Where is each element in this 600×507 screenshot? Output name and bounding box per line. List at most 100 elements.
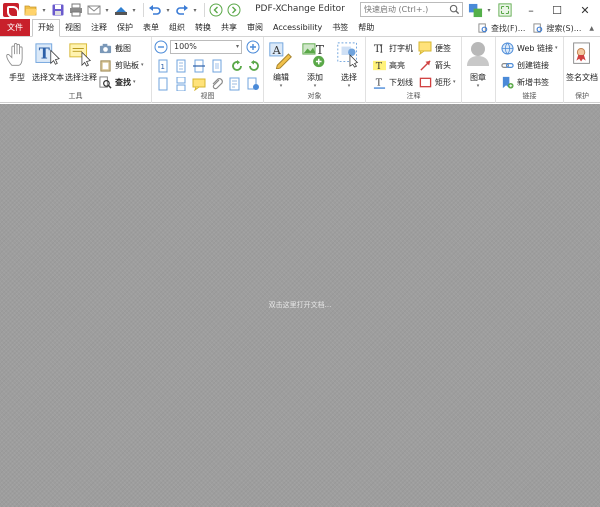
tool-options-icon[interactable] [466,2,484,18]
new-bookmark-button[interactable]: 新增书签 [500,74,549,90]
sticky-note-icon [418,41,432,55]
email-dropdown-icon[interactable]: ▾ [104,3,110,17]
tab-help[interactable]: 帮助 [353,19,379,36]
stamp-dropdown-icon[interactable]: ▾ [477,83,480,89]
open-dropdown-icon[interactable]: ▾ [41,3,47,17]
clipboard-dropdown-icon[interactable]: ▾ [141,62,144,68]
tab-view[interactable]: 视图 [60,19,86,36]
scan-dropdown-icon[interactable]: ▾ [131,3,137,17]
tab-comment[interactable]: 注释 [86,19,112,36]
tab-share[interactable]: 共享 [216,19,242,36]
search-icon[interactable] [449,4,460,15]
clipboard-label: 剪贴板 [115,60,139,70]
tab-review[interactable]: 审阅 [242,19,268,36]
svg-text:T: T [316,43,324,57]
attachment-view-icon[interactable] [210,77,224,91]
edit-objects-button[interactable]: A 编辑 ▾ [267,40,295,89]
save-icon[interactable] [50,3,66,17]
underline-button[interactable]: T 下划线 [372,74,413,90]
tab-file[interactable]: 文件 [0,19,30,36]
app-logo-icon[interactable] [3,3,19,18]
typewriter-button[interactable]: T 打字机 [372,40,413,56]
fullscreen-icon[interactable] [496,2,514,18]
back-icon[interactable] [208,3,224,17]
camera-icon [99,43,111,53]
fit-width-icon[interactable] [192,59,206,73]
web-links-button[interactable]: Web 链接 ▾ [500,40,558,56]
tab-convert[interactable]: 转换 [190,19,216,36]
sign-document-button[interactable]: 签名文档 [566,40,598,83]
edit-objects-dropdown-icon[interactable]: ▾ [280,83,283,89]
fit-page-icon[interactable] [174,59,188,73]
tab-bookmarks[interactable]: 书签 [327,19,353,36]
tab-accessibility[interactable]: Accessibility [268,19,327,36]
create-link-button[interactable]: 创建链接 [500,57,549,73]
rectangle-button[interactable]: 矩形 ▾ [418,74,456,90]
svg-text:A: A [272,44,282,57]
rotate-left-icon[interactable] [230,59,244,73]
select-text-button[interactable]: T 选择文本 [32,40,64,83]
single-page-icon[interactable] [156,77,170,91]
rectangle-icon [419,77,431,87]
rectangle-dropdown-icon[interactable]: ▾ [453,79,456,85]
open-folder-icon[interactable] [23,3,39,17]
tab-home[interactable]: 开始 [32,19,60,37]
rotate-right-icon[interactable] [247,59,261,73]
hand-icon [6,43,23,66]
arrow-button[interactable]: 箭头 [418,57,451,73]
undo-icon[interactable] [147,3,163,17]
group-protect: 签名文档 保护 [564,37,600,103]
add-objects-label: 添加 [307,73,323,82]
view-settings-icon[interactable] [246,77,260,91]
open-document-hint: 双击这里打开文档... [268,301,332,309]
select-text-label: 选择文本 [32,73,64,82]
tab-protect[interactable]: 保护 [112,19,138,36]
stamp-button[interactable]: 图章 ▾ [464,40,492,89]
clipboard-icon [99,59,111,72]
select-annotation-label: 选择注释 [65,73,97,82]
zoom-level-input[interactable]: 100% ▾ [170,40,242,54]
snapshot-button[interactable]: 截图 [98,40,131,56]
fit-visible-icon[interactable] [210,59,224,73]
zoom-in-icon[interactable] [246,40,260,54]
new-bookmark-label: 新增书签 [517,77,549,87]
add-objects-dropdown-icon[interactable]: ▾ [314,83,317,89]
find-tool-button[interactable]: 查找 ▾ [98,74,136,90]
zoom-out-icon[interactable] [154,40,168,54]
clipboard-button[interactable]: 剪贴板 ▾ [98,57,144,73]
continuous-page-icon[interactable] [174,77,188,91]
actual-size-icon[interactable]: 1 [156,59,170,73]
web-links-dropdown-icon[interactable]: ▾ [555,45,558,51]
find-tool-label: 查找 [115,77,131,87]
sticky-note-button[interactable]: 便签 [418,40,451,56]
ribbon-collapse-icon[interactable]: ▲ [589,25,594,32]
zoom-dropdown-icon[interactable]: ▾ [236,41,239,53]
arrow-icon [419,59,431,71]
find-button[interactable]: 查找(F)... [478,23,525,34]
maximize-icon[interactable]: ☐ [544,0,570,20]
add-objects-button[interactable]: T 添加 ▾ [301,40,329,89]
scan-icon[interactable] [113,3,129,17]
find-tool-dropdown-icon[interactable]: ▾ [133,79,136,85]
redo-icon[interactable] [174,3,190,17]
undo-dropdown-icon[interactable]: ▾ [165,3,171,17]
select-objects-button[interactable]: 选择 ▾ [335,40,363,89]
redo-dropdown-icon[interactable]: ▾ [192,3,198,17]
select-objects-dropdown-icon[interactable]: ▾ [348,83,351,89]
document-workspace[interactable]: 双击这里打开文档... [0,104,600,507]
page-layout-icon[interactable] [228,77,242,91]
highlight-button[interactable]: T 高亮 [372,57,405,73]
comments-view-icon[interactable] [192,77,206,91]
tab-form[interactable]: 表单 [138,19,164,36]
select-annotation-button[interactable]: 选择注释 [65,40,97,83]
minimize-icon[interactable]: – [518,0,544,20]
forward-icon[interactable] [226,3,242,17]
email-icon[interactable] [86,3,102,17]
close-icon[interactable]: ✕ [572,0,598,20]
hand-tool-button[interactable]: 手型 [3,40,31,83]
print-icon[interactable] [68,3,84,17]
tab-organize[interactable]: 组织 [164,19,190,36]
quick-launch-input[interactable]: 快速启动 (Ctrl+.) [360,2,463,17]
tool-options-dropdown-icon[interactable]: ▾ [485,2,493,18]
search-button[interactable]: 搜索(S)... [533,23,581,34]
